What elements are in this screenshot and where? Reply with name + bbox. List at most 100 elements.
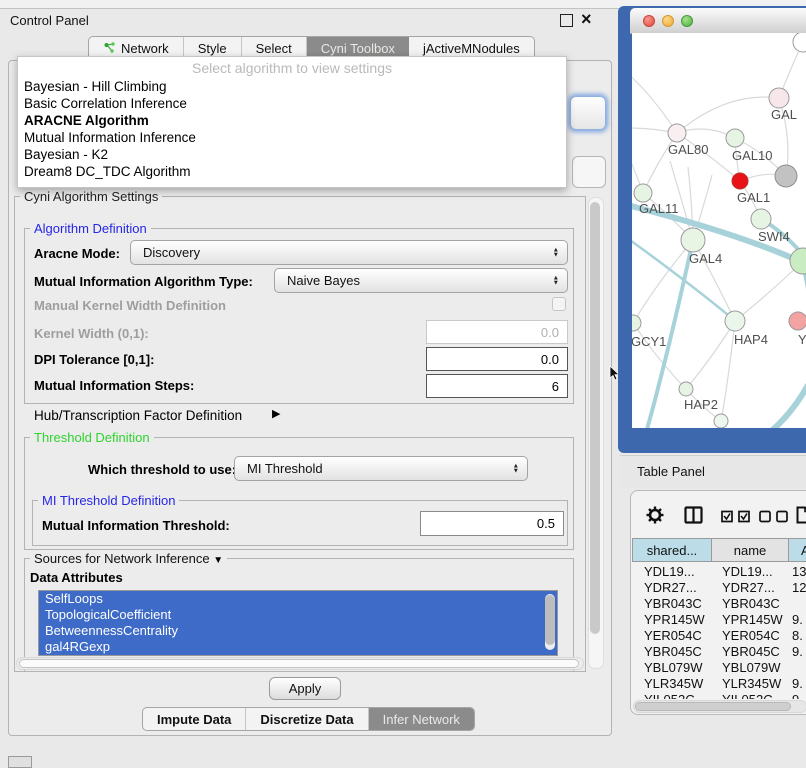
sources-collapse-arrow-icon[interactable]: ▼ (213, 555, 223, 566)
algorithm-option-aracne[interactable]: ARACNE Algorithm (24, 113, 149, 128)
node-gal10[interactable] (726, 129, 744, 147)
settings-hscrollbar[interactable] (16, 657, 584, 670)
algorithm-option-bayesian-hill-climbing[interactable]: Bayesian - Hill Climbing (24, 79, 167, 94)
node-label-hap4: HAP4 (734, 332, 768, 347)
close-traffic-light-icon[interactable] (643, 15, 655, 27)
node-swi4[interactable] (751, 209, 771, 229)
list-item-selfloops[interactable]: SelfLoops (39, 591, 557, 607)
mi-threshold-label: Mutual Information Threshold: (42, 518, 230, 533)
algorithm-dropdown-placeholder: Select algorithm to view settings (18, 60, 566, 76)
list-scrollbar[interactable] (545, 594, 555, 650)
minimize-traffic-light-icon[interactable] (662, 15, 674, 27)
cyni-algorithm-settings-title: Cyni Algorithm Settings (20, 189, 162, 204)
node-gal11[interactable] (634, 184, 652, 202)
node-hap4[interactable] (725, 311, 745, 331)
table-data-combo-fragment[interactable] (572, 156, 606, 188)
list-item-betweennesscentrality[interactable]: BetweennessCentrality (39, 623, 557, 639)
combo-arrows-icon: ▲▼ (553, 247, 559, 258)
mi-threshold-field[interactable]: 0.5 (420, 511, 564, 536)
node-gal4[interactable] (681, 228, 705, 252)
manual-kernel-checkbox[interactable] (552, 297, 566, 311)
mi-threshold-group-title: MI Threshold Definition (38, 493, 179, 508)
node-gal80[interactable] (668, 124, 686, 142)
algorithm-option-mutual-information[interactable]: Mutual Information Inference (24, 130, 196, 145)
settings-scrollbar-thumb[interactable] (590, 202, 600, 634)
kernel-width-field[interactable]: 0.0 (426, 320, 568, 344)
split-columns-icon[interactable] (684, 506, 703, 524)
node-gal-partial[interactable] (769, 88, 789, 108)
network-icon (103, 41, 116, 57)
tab-discretize-data[interactable]: Discretize Data (246, 708, 368, 730)
mi-type-combo[interactable]: Naive Bayes ▲▼ (274, 268, 568, 293)
close-icon[interactable]: × (581, 9, 592, 29)
list-item-topologicalcoefficient[interactable]: TopologicalCoefficient (39, 607, 557, 623)
zoom-traffic-light-icon[interactable] (681, 15, 693, 27)
node-label-y: Y (798, 332, 806, 347)
table-hscrollbar[interactable] (633, 700, 806, 713)
node-unlabeled-bottom[interactable] (714, 414, 728, 428)
node-label-gal11: GAL11 (639, 201, 679, 216)
algorithm-dropdown-popup: Select algorithm to view settings Bayesi… (17, 56, 567, 188)
table-row[interactable]: YBR043CYBR043C (632, 596, 806, 612)
node-gcy1[interactable] (632, 315, 641, 331)
network-canvas[interactable]: GAL GAL80 GAL10 GAL1 SWI4 GAL11 GAL4 GCY… (632, 33, 806, 428)
table-row[interactable]: YLR345WYLR345W9. (632, 676, 806, 692)
node-unlabeled-top[interactable] (793, 33, 806, 52)
which-threshold-combo[interactable]: MI Threshold ▲▼ (234, 456, 528, 481)
node-gal1[interactable] (732, 173, 748, 189)
node-label-hap2: HAP2 (684, 397, 718, 412)
table-row[interactable]: YBR045CYBR045C9. (632, 644, 806, 660)
hub-expand-arrow-icon[interactable]: ▶ (272, 407, 280, 420)
node-label-gal1: GAL1 (737, 190, 770, 205)
settings-hscrollbar-thumb[interactable] (19, 659, 579, 668)
node-label-gal80: GAL80 (668, 142, 708, 157)
node-hap2[interactable] (679, 382, 693, 396)
dpi-tolerance-label: DPI Tolerance [0,1]: (34, 352, 154, 367)
network-window-titlebar[interactable] (630, 8, 806, 34)
column-header-shared-name[interactable]: shared... (632, 538, 712, 562)
column-header-name[interactable]: name (711, 538, 789, 562)
mi-steps-field[interactable]: 6 (426, 374, 568, 398)
hub-section-label: Hub/Transcription Factor Definition (34, 408, 242, 423)
column-header-partial[interactable]: A (788, 538, 806, 562)
which-threshold-label: Which threshold to use: (88, 462, 236, 477)
mi-steps-label: Mutual Information Steps: (34, 378, 194, 393)
node-label-gal4: GAL4 (689, 251, 722, 266)
table-row[interactable]: YDL19...YDL19...13 (632, 564, 806, 580)
float-window-icon[interactable] (560, 14, 573, 27)
node-y-partial[interactable] (789, 312, 806, 330)
combo-arrows-icon: ▲▼ (553, 275, 559, 286)
node-unlabeled-gray[interactable] (775, 165, 797, 187)
document-icon[interactable] (796, 506, 806, 524)
algorithm-definition-title: Algorithm Definition (30, 221, 151, 236)
tab-impute-data[interactable]: Impute Data (143, 708, 246, 730)
algorithm-option-basic-correlation[interactable]: Basic Correlation Inference (24, 96, 187, 111)
sources-group-title: Sources for Network Inference ▼ (30, 551, 227, 566)
data-attributes-list[interactable]: SelfLoops TopologicalCoefficient Between… (38, 590, 558, 656)
table-hscrollbar-thumb[interactable] (635, 702, 791, 711)
bottom-left-grip[interactable] (8, 756, 32, 768)
node-unlabeled-green[interactable] (790, 248, 806, 274)
table-row-partial[interactable]: YIL052CYIL052C9. (632, 692, 806, 699)
deselect-checkboxes-icon[interactable] (759, 510, 791, 523)
list-scrollbar-thumb[interactable] (545, 595, 555, 645)
tab-infer-network[interactable]: Infer Network (369, 708, 474, 730)
apply-button[interactable]: Apply (269, 677, 341, 700)
settings-gear-icon[interactable] (646, 506, 664, 524)
aracne-mode-value: Discovery (143, 245, 200, 260)
select-all-checkboxes-icon[interactable] (721, 510, 753, 523)
inference-algorithm-combo-fragment[interactable] (570, 96, 606, 130)
algorithm-option-bayesian-k2[interactable]: Bayesian - K2 (24, 147, 108, 162)
list-item-gal4rgexp[interactable]: gal4RGexp (39, 639, 557, 655)
table-row[interactable]: YER054CYER054C8. (632, 628, 806, 644)
settings-scrollbar[interactable] (588, 197, 604, 669)
table-row[interactable]: YDR27...YDR27...12 (632, 580, 806, 596)
dpi-tolerance-field[interactable]: 0.0 (426, 347, 568, 371)
aracne-mode-combo[interactable]: Discovery ▲▼ (130, 240, 568, 265)
table-row[interactable]: YPR145WYPR145W9. (632, 612, 806, 628)
algorithm-option-dream8[interactable]: Dream8 DC_TDC Algorithm (24, 164, 191, 179)
table-row[interactable]: YBL079WYBL079W (632, 660, 806, 676)
tab-network-label: Network (121, 41, 169, 56)
table-panel-title: Table Panel (637, 464, 705, 479)
which-threshold-value: MI Threshold (247, 461, 323, 476)
